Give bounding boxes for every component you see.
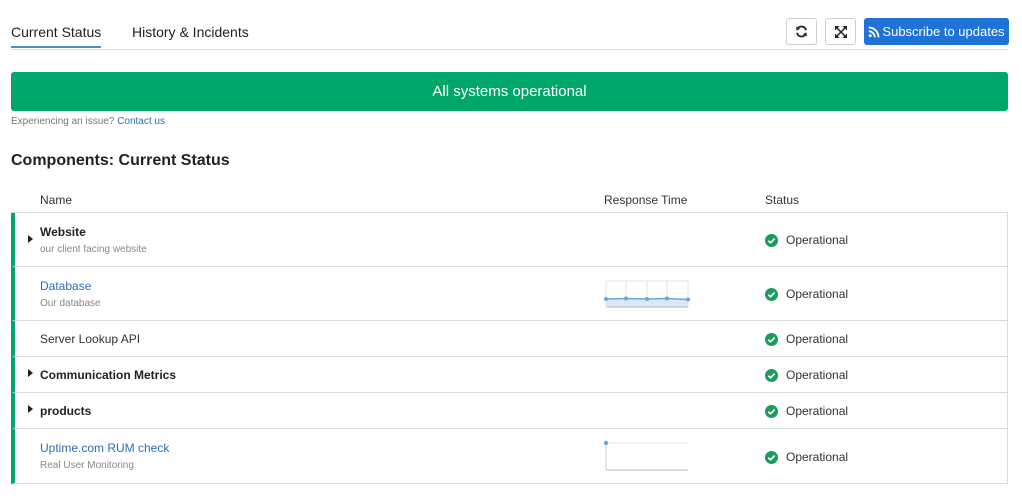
status-banner-text: All systems operational	[432, 83, 587, 100]
tab-history-incidents[interactable]: History & Incidents	[132, 24, 249, 40]
table-row: Server Lookup API Operational	[11, 321, 1008, 357]
component-description: our client facing website	[40, 244, 147, 255]
component-name: Server Lookup API	[40, 332, 141, 346]
status-text: Operational	[786, 404, 849, 418]
component-description: Our database	[40, 298, 101, 309]
component-name[interactable]: Database	[40, 279, 91, 293]
table-row: Uptime.com RUM check Real User Monitorin…	[11, 429, 1008, 484]
tab-current-status[interactable]: Current Status	[11, 24, 102, 48]
components-table: Website our client facing website Operat…	[11, 213, 1008, 484]
status-badge: Operational	[765, 450, 848, 464]
tabs-bar: Current Status History & Incidents	[11, 0, 1008, 50]
issue-note: Experiencing an issue? Contact us	[11, 116, 165, 127]
expand-caret-icon[interactable]	[28, 369, 33, 377]
status-text: Operational	[786, 233, 849, 247]
component-name[interactable]: Uptime.com RUM check	[40, 441, 169, 455]
table-row: Database Our database Operational	[11, 267, 1008, 321]
status-badge: Operational	[765, 287, 848, 301]
subscribe-button[interactable]: Subscribe to updates	[864, 18, 1009, 45]
check-circle-icon	[765, 368, 778, 382]
component-name[interactable]: Communication Metrics	[40, 368, 176, 382]
status-badge: Operational	[765, 404, 848, 418]
response-time-sparkline	[604, 280, 690, 308]
response-time-sparkline	[604, 440, 688, 471]
table-row: Communication Metrics Operational	[11, 357, 1008, 393]
status-banner: All systems operational	[11, 72, 1008, 111]
column-header-status: Status	[765, 193, 800, 207]
column-header-response-time: Response Time	[604, 193, 688, 207]
check-circle-icon	[765, 287, 778, 301]
status-text: Operational	[786, 450, 849, 464]
fullscreen-button[interactable]	[825, 18, 856, 45]
table-header: Name Response Time Status	[11, 193, 1008, 213]
status-text: Operational	[786, 332, 849, 346]
subscribe-label: Subscribe to updates	[882, 24, 1005, 39]
rss-icon	[869, 26, 880, 37]
check-circle-icon	[765, 450, 778, 464]
column-header-name: Name	[40, 193, 73, 207]
table-row: products Operational	[11, 393, 1008, 429]
status-badge: Operational	[765, 368, 848, 382]
component-description: Real User Monitoring	[40, 460, 134, 471]
check-circle-icon	[765, 233, 778, 247]
section-title: Components: Current Status	[11, 152, 230, 169]
status-text: Operational	[786, 368, 849, 382]
component-name[interactable]: Website	[40, 225, 86, 239]
expand-caret-icon[interactable]	[28, 235, 33, 243]
refresh-button[interactable]	[786, 18, 817, 45]
check-circle-icon	[765, 332, 778, 346]
status-badge: Operational	[765, 332, 848, 346]
check-circle-icon	[765, 404, 778, 418]
refresh-icon	[796, 25, 807, 38]
issue-prefix: Experiencing an issue?	[11, 116, 115, 127]
expand-icon	[834, 25, 847, 38]
status-badge: Operational	[765, 233, 848, 247]
contact-us-link[interactable]: Contact us	[117, 116, 165, 127]
table-row: Website our client facing website Operat…	[11, 213, 1008, 267]
expand-caret-icon[interactable]	[28, 405, 33, 413]
status-text: Operational	[786, 287, 849, 301]
component-name[interactable]: products	[40, 404, 91, 418]
